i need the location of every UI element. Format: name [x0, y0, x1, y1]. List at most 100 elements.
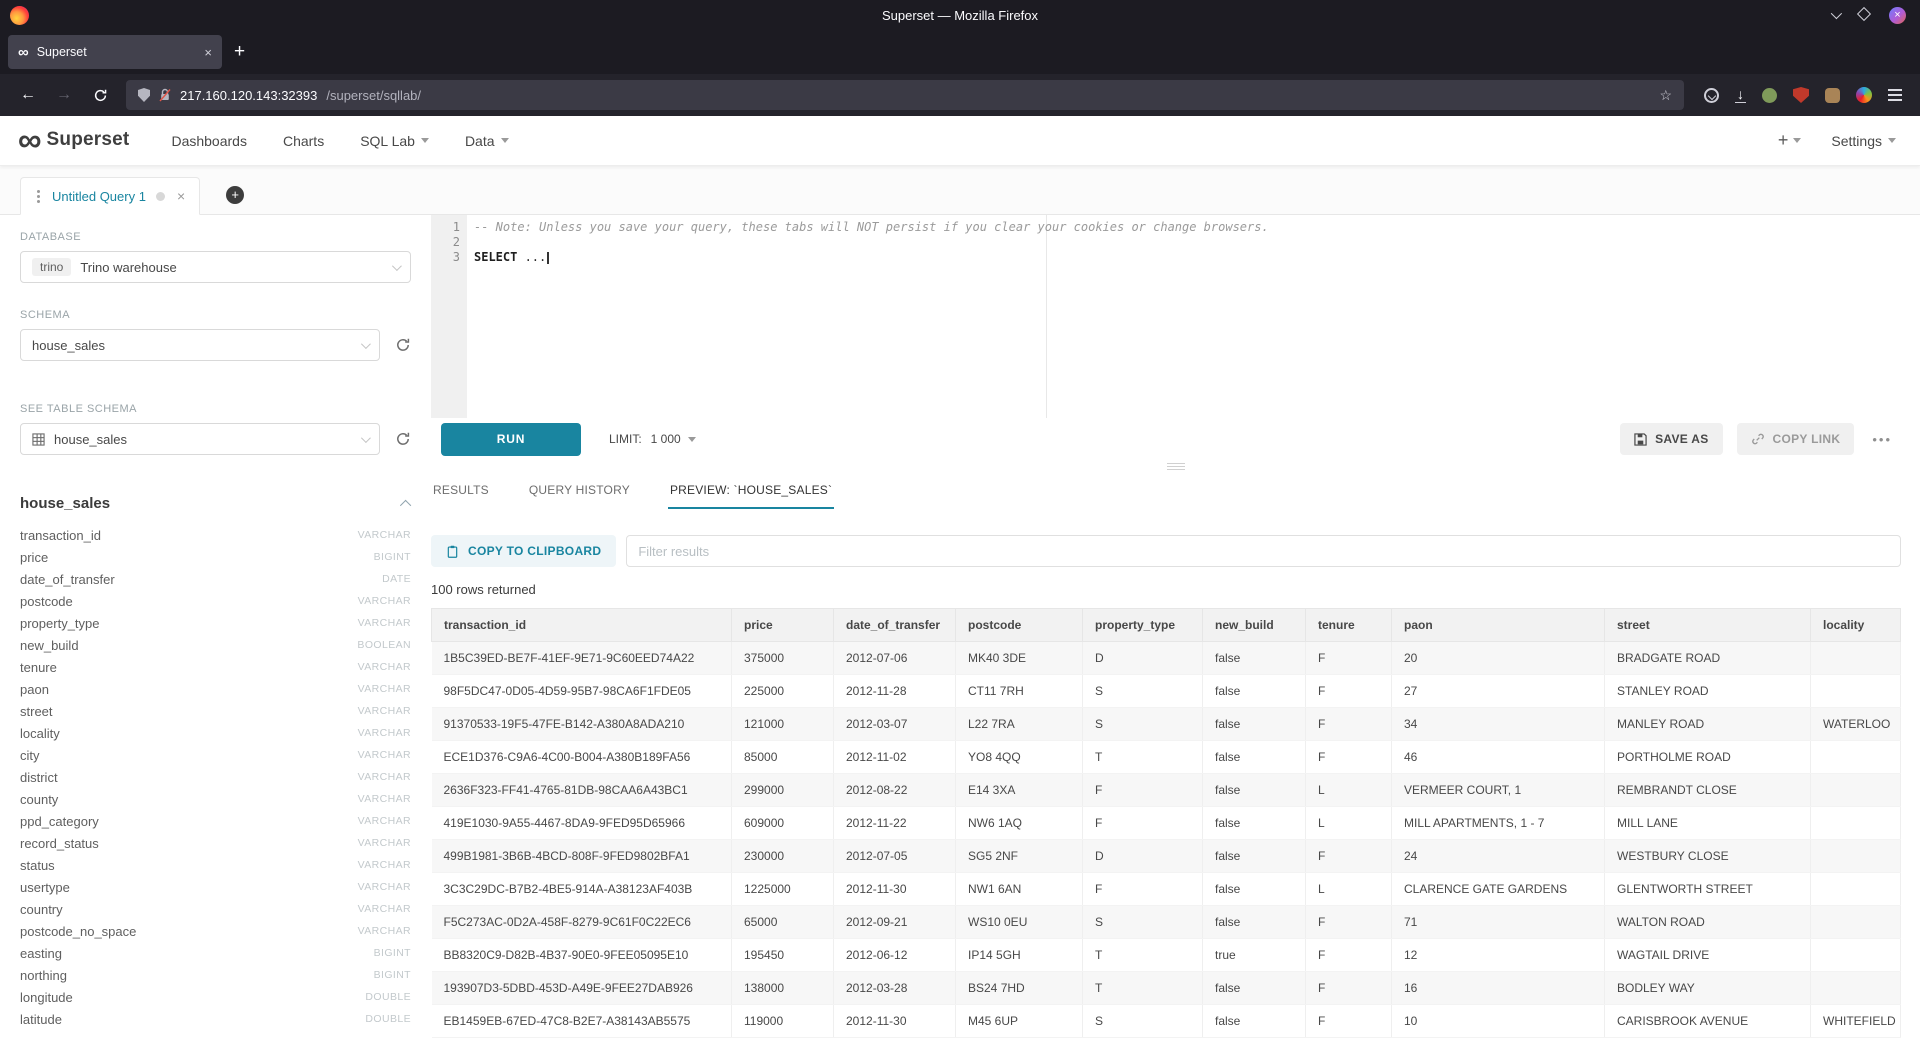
table-cell: 85000 [732, 741, 834, 774]
table-cell: MILL LANE [1605, 807, 1811, 840]
tab-menu-kebab-icon[interactable] [37, 195, 40, 198]
link-icon [1751, 432, 1765, 446]
database-select[interactable]: trino Trino warehouse [20, 251, 411, 283]
query-tab-untitled[interactable]: Untitled Query 1 × [20, 177, 200, 215]
tab-results[interactable]: RESULTS [431, 472, 491, 509]
chevron-down-icon [1793, 138, 1801, 143]
maximize-icon[interactable] [1859, 6, 1869, 24]
column-header-postcode[interactable]: postcode [956, 609, 1083, 642]
column-header-street[interactable]: street [1605, 609, 1811, 642]
close-icon[interactable]: × [1889, 7, 1906, 24]
table-cell: 499B1981-3B6B-4BCD-808F-9FED9802BFA1 [432, 840, 732, 873]
column-name: street [20, 704, 53, 719]
brand-name: Superset [47, 129, 130, 151]
nav-item-charts[interactable]: Charts [283, 133, 324, 149]
forward-icon[interactable]: → [48, 86, 80, 104]
table-cell: 2012-11-02 [834, 741, 956, 774]
column-header-tenure[interactable]: tenure [1306, 609, 1392, 642]
filter-results-input[interactable] [626, 535, 1901, 567]
back-icon[interactable]: ← [12, 86, 44, 104]
extension-icon-3[interactable] [1856, 87, 1872, 103]
copy-to-clipboard-label: COPY TO CLIPBOARD [468, 544, 601, 558]
new-query-tab-button[interactable]: + [226, 186, 244, 204]
schema-refresh-icon[interactable] [395, 337, 411, 353]
ublock-shield-icon[interactable] [1793, 87, 1809, 103]
table-cell: 2012-11-30 [834, 1005, 956, 1038]
line-number: 1 [431, 220, 460, 235]
column-header-new_build[interactable]: new_build [1203, 609, 1306, 642]
tab-query-history[interactable]: QUERY HISTORY [527, 472, 632, 509]
collapse-chevron-up-icon[interactable] [400, 499, 411, 510]
chevron-down-icon [501, 138, 509, 143]
settings-label: Settings [1831, 133, 1882, 149]
schema-column: localityVARCHAR [20, 722, 411, 744]
table-select[interactable]: house_sales [20, 423, 380, 455]
browser-tab-superset[interactable]: ∞ Superset × [8, 35, 222, 69]
column-header-locality[interactable]: locality [1811, 609, 1901, 642]
table-cell: 2012-09-21 [834, 906, 956, 939]
chevron-down-icon [392, 261, 402, 271]
column-name: date_of_transfer [20, 572, 115, 587]
query-tab-close-icon[interactable]: × [177, 188, 185, 204]
reload-icon[interactable] [84, 88, 116, 103]
column-header-price[interactable]: price [732, 609, 834, 642]
results-table-body: 1B5C39ED-BE7F-41EF-9E71-9C60EED74A223750… [432, 642, 1901, 1038]
extension-icon-2[interactable] [1825, 88, 1840, 103]
table-row: 91370533-19F5-47FE-B142-A380A8ADA2101210… [432, 708, 1901, 741]
column-type: VARCHAR [358, 727, 411, 739]
run-button[interactable]: RUN [441, 423, 581, 456]
table-cell: CT11 7RH [956, 675, 1083, 708]
limit-dropdown[interactable]: 1 000 [651, 432, 696, 446]
schema-select[interactable]: house_sales [20, 329, 380, 361]
firefox-window: Superset — Mozilla Firefox × ∞ Superset … [0, 0, 1920, 1042]
sql-comment-line: -- Note: Unless you save your query, the… [474, 220, 1920, 235]
column-type: VARCHAR [358, 859, 411, 871]
column-header-property_type[interactable]: property_type [1083, 609, 1203, 642]
copy-link-button[interactable]: COPY LINK [1737, 423, 1855, 455]
table-cell: 230000 [732, 840, 834, 873]
table-cell: F [1306, 708, 1392, 741]
bookmark-star-icon[interactable]: ☆ [1659, 87, 1672, 104]
url-bar[interactable]: 217.160.120.143:32393/superset/sqllab/ ☆ [126, 80, 1684, 110]
table-cell: ECE1D376-C9A6-4C00-B004-A380B189FA56 [432, 741, 732, 774]
copy-to-clipboard-button[interactable]: COPY TO CLIPBOARD [431, 535, 616, 567]
table-schema-section: house_sales [20, 495, 411, 512]
pane-resize-handle[interactable] [431, 460, 1920, 472]
settings-menu[interactable]: Settings [1831, 133, 1896, 149]
nav-item-label: SQL Lab [360, 133, 415, 149]
table-schema-title: house_sales [20, 495, 110, 512]
table-cell [1811, 840, 1901, 873]
table-cell: S [1083, 708, 1203, 741]
column-header-paon[interactable]: paon [1392, 609, 1605, 642]
column-type: DATE [382, 573, 411, 585]
schema-label: SCHEMA [20, 309, 411, 321]
download-icon[interactable]: ↓ [1735, 87, 1746, 103]
tab-close-icon[interactable]: × [204, 45, 212, 60]
sql-editor[interactable]: 1 2 3 -- Note: Unless you save your quer… [431, 215, 1920, 418]
extension-icon-1[interactable] [1762, 88, 1777, 103]
more-options-button[interactable]: ••• [1872, 432, 1892, 447]
tab-preview-house-sales[interactable]: PREVIEW: `HOUSE_SALES` [668, 472, 834, 509]
column-header-date_of_transfer[interactable]: date_of_transfer [834, 609, 956, 642]
insecure-lock-icon[interactable] [159, 88, 171, 102]
column-name: price [20, 550, 48, 565]
column-header-transaction_id[interactable]: transaction_id [432, 609, 732, 642]
add-new-menu[interactable]: + [1778, 130, 1802, 151]
window-menu-chevron-icon[interactable] [1831, 6, 1839, 24]
browser-extension-icons: ↓ [1698, 87, 1908, 103]
nav-item-sql-lab[interactable]: SQL Lab [360, 133, 429, 149]
pocket-icon[interactable] [1704, 88, 1719, 103]
table-cell [1811, 642, 1901, 675]
tracking-shield-icon[interactable] [138, 88, 150, 102]
nav-item-data[interactable]: Data [465, 133, 509, 149]
superset-brand[interactable]: ∞ Superset [18, 127, 129, 153]
table-refresh-icon[interactable] [395, 431, 411, 447]
hamburger-menu-icon[interactable] [1888, 89, 1902, 101]
nav-item-dashboards[interactable]: Dashboards [171, 133, 247, 149]
save-as-button[interactable]: SAVE AS [1620, 423, 1722, 455]
editor-code-area[interactable]: -- Note: Unless you save your query, the… [467, 215, 1920, 418]
column-type: VARCHAR [358, 595, 411, 607]
table-row: 1B5C39ED-BE7F-41EF-9E71-9C60EED74A223750… [432, 642, 1901, 675]
new-tab-button[interactable]: + [222, 41, 257, 63]
column-type: VARCHAR [358, 705, 411, 717]
